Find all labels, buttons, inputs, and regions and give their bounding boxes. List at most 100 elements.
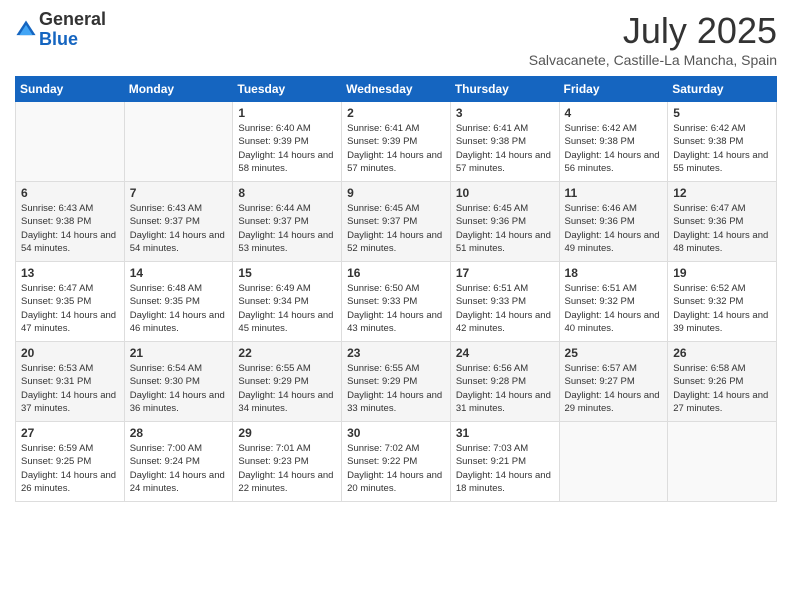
day-number: 10 [456, 186, 554, 200]
day-info: Sunrise: 6:51 AMSunset: 9:33 PMDaylight:… [456, 282, 554, 335]
sunrise-text: Sunrise: 6:57 AM [565, 362, 663, 375]
header: General Blue July 2025 Salvacanete, Cast… [15, 10, 777, 68]
table-row: 12Sunrise: 6:47 AMSunset: 9:36 PMDayligh… [668, 182, 777, 262]
day-number: 20 [21, 346, 119, 360]
day-number: 28 [130, 426, 228, 440]
daylight-text: Daylight: 14 hours and 54 minutes. [130, 229, 228, 256]
daylight-text: Daylight: 14 hours and 45 minutes. [238, 309, 336, 336]
day-number: 23 [347, 346, 445, 360]
daylight-text: Daylight: 14 hours and 39 minutes. [673, 309, 771, 336]
sunset-text: Sunset: 9:36 PM [565, 215, 663, 228]
day-info: Sunrise: 6:54 AMSunset: 9:30 PMDaylight:… [130, 362, 228, 415]
sunrise-text: Sunrise: 6:41 AM [347, 122, 445, 135]
table-row: 8Sunrise: 6:44 AMSunset: 9:37 PMDaylight… [233, 182, 342, 262]
day-number: 9 [347, 186, 445, 200]
daylight-text: Daylight: 14 hours and 29 minutes. [565, 389, 663, 416]
table-row: 23 Sunrise: 6:55 AMSunset: 9:29 PMDayligh… [342, 342, 451, 422]
day-info: Sunrise: 6:53 AMSunset: 9:31 PMDaylight:… [21, 362, 119, 415]
sunset-text: Sunset: 9:38 PM [565, 135, 663, 148]
sunrise-text: Sunrise: 6:42 AM [565, 122, 663, 135]
table-row: 9 Sunrise: 6:45 AMSunset: 9:37 PMDaylight… [342, 182, 451, 262]
daylight-text: Daylight: 14 hours and 51 minutes. [456, 229, 554, 256]
sunrise-text: Sunrise: 6:51 AM [456, 282, 554, 295]
table-row: 1 Sunrise: 6:40 AMSunset: 9:39 PMDaylight… [233, 102, 342, 182]
day-info: Sunrise: 7:03 AMSunset: 9:21 PMDaylight:… [456, 442, 554, 495]
day-number: 25 [565, 346, 663, 360]
table-row [668, 422, 777, 502]
calendar-week-3: 13Sunrise: 6:47 AMSunset: 9:35 PMDayligh… [16, 262, 777, 342]
day-info: Sunrise: 6:40 AMSunset: 9:39 PMDaylight:… [238, 122, 336, 175]
sunrise-text: Sunrise: 7:02 AM [347, 442, 445, 455]
daylight-text: Daylight: 14 hours and 26 minutes. [21, 469, 119, 496]
day-number: 15 [238, 266, 336, 280]
page: General Blue July 2025 Salvacanete, Cast… [0, 0, 792, 612]
calendar-week-2: 6Sunrise: 6:43 AMSunset: 9:38 PMDaylight… [16, 182, 777, 262]
day-info: Sunrise: 7:00 AMSunset: 9:24 PMDaylight:… [130, 442, 228, 495]
day-number: 12 [673, 186, 771, 200]
day-number: 6 [21, 186, 119, 200]
sunset-text: Sunset: 9:34 PM [238, 295, 336, 308]
daylight-text: Daylight: 14 hours and 48 minutes. [673, 229, 771, 256]
daylight-text: Daylight: 14 hours and 33 minutes. [347, 389, 445, 416]
logo: General Blue [15, 10, 106, 50]
daylight-text: Daylight: 14 hours and 53 minutes. [238, 229, 336, 256]
day-number: 30 [347, 426, 445, 440]
daylight-text: Daylight: 14 hours and 18 minutes. [456, 469, 554, 496]
day-info: Sunrise: 6:59 AMSunset: 9:25 PMDaylight:… [21, 442, 119, 495]
table-row: 7Sunrise: 6:43 AMSunset: 9:37 PMDaylight… [124, 182, 233, 262]
daylight-text: Daylight: 14 hours and 43 minutes. [347, 309, 445, 336]
day-info: Sunrise: 6:57 AMSunset: 9:27 PMDaylight:… [565, 362, 663, 415]
day-info: Sunrise: 6:55 AMSunset: 9:29 PMDaylight:… [347, 362, 445, 415]
day-number: 14 [130, 266, 228, 280]
day-info: Sunrise: 7:02 AMSunset: 9:22 PMDaylight:… [347, 442, 445, 495]
day-info: Sunrise: 6:41 AMSunset: 9:38 PMDaylight:… [456, 122, 554, 175]
day-number: 5 [673, 106, 771, 120]
sunrise-text: Sunrise: 7:03 AM [456, 442, 554, 455]
col-monday: Monday [124, 77, 233, 102]
day-number: 29 [238, 426, 336, 440]
day-info: Sunrise: 6:55 AMSunset: 9:29 PMDaylight:… [238, 362, 336, 415]
sunset-text: Sunset: 9:30 PM [130, 375, 228, 388]
day-number: 21 [130, 346, 228, 360]
table-row: 18Sunrise: 6:51 AMSunset: 9:32 PMDayligh… [559, 262, 668, 342]
sunrise-text: Sunrise: 6:44 AM [238, 202, 336, 215]
sunrise-text: Sunrise: 6:55 AM [238, 362, 336, 375]
day-number: 22 [238, 346, 336, 360]
daylight-text: Daylight: 14 hours and 55 minutes. [673, 149, 771, 176]
sunset-text: Sunset: 9:28 PM [456, 375, 554, 388]
sunset-text: Sunset: 9:27 PM [565, 375, 663, 388]
title-section: July 2025 Salvacanete, Castille-La Manch… [529, 10, 777, 68]
sunrise-text: Sunrise: 7:01 AM [238, 442, 336, 455]
calendar-week-4: 20 Sunrise: 6:53 AMSunset: 9:31 PMDayligh… [16, 342, 777, 422]
sunset-text: Sunset: 9:38 PM [21, 215, 119, 228]
sunset-text: Sunset: 9:29 PM [347, 375, 445, 388]
table-row: 21 Sunrise: 6:54 AMSunset: 9:30 PMDayligh… [124, 342, 233, 422]
sunrise-text: Sunrise: 6:53 AM [21, 362, 119, 375]
daylight-text: Daylight: 14 hours and 57 minutes. [456, 149, 554, 176]
table-row [559, 422, 668, 502]
sunrise-text: Sunrise: 6:47 AM [21, 282, 119, 295]
sunset-text: Sunset: 9:36 PM [456, 215, 554, 228]
day-info: Sunrise: 6:42 AMSunset: 9:38 PMDaylight:… [673, 122, 771, 175]
sunset-text: Sunset: 9:33 PM [347, 295, 445, 308]
table-row: 27 Sunrise: 6:59 AMSunset: 9:25 PMDayligh… [16, 422, 125, 502]
day-number: 19 [673, 266, 771, 280]
sunset-text: Sunset: 9:29 PM [238, 375, 336, 388]
day-number: 7 [130, 186, 228, 200]
day-info: Sunrise: 6:49 AMSunset: 9:34 PMDaylight:… [238, 282, 336, 335]
day-info: Sunrise: 6:45 AMSunset: 9:37 PMDaylight:… [347, 202, 445, 255]
day-number: 1 [238, 106, 336, 120]
col-saturday: Saturday [668, 77, 777, 102]
sunrise-text: Sunrise: 6:46 AM [565, 202, 663, 215]
sunset-text: Sunset: 9:38 PM [673, 135, 771, 148]
sunrise-text: Sunrise: 6:55 AM [347, 362, 445, 375]
sunset-text: Sunset: 9:37 PM [130, 215, 228, 228]
sunrise-text: Sunrise: 6:49 AM [238, 282, 336, 295]
day-info: Sunrise: 6:45 AMSunset: 9:36 PMDaylight:… [456, 202, 554, 255]
sunset-text: Sunset: 9:39 PM [238, 135, 336, 148]
day-number: 27 [21, 426, 119, 440]
table-row: 2Sunrise: 6:41 AMSunset: 9:39 PMDaylight… [342, 102, 451, 182]
sunset-text: Sunset: 9:33 PM [456, 295, 554, 308]
daylight-text: Daylight: 14 hours and 46 minutes. [130, 309, 228, 336]
location: Salvacanete, Castille-La Mancha, Spain [529, 52, 777, 68]
